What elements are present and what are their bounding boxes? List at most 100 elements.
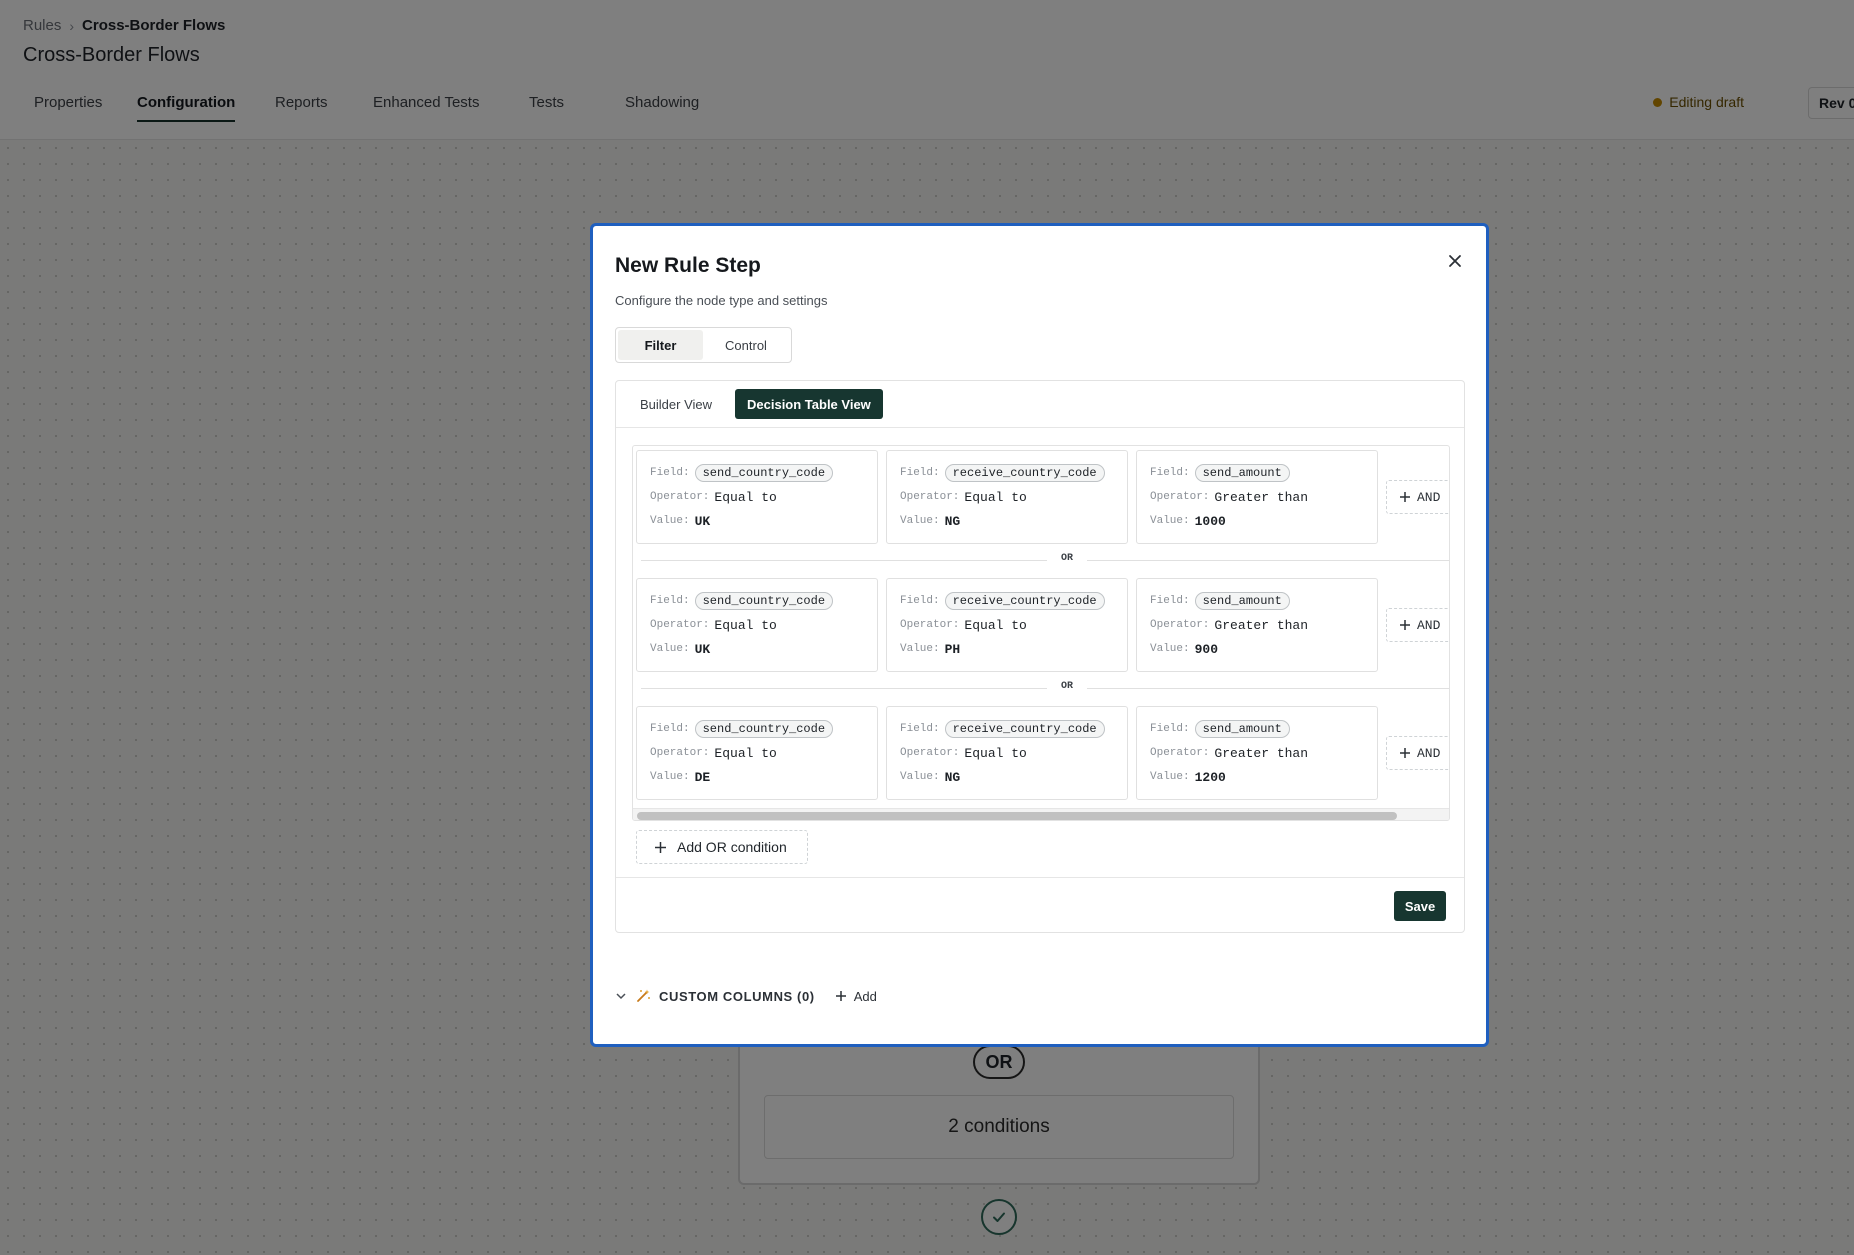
field-chip: send_amount [1194,592,1290,610]
field-label: Field: [900,595,940,607]
value-label: Value: [1150,515,1190,527]
field-chip: send_country_code [694,592,834,610]
operator-label: Operator: [1150,619,1210,631]
field-chip: send_amount [1194,464,1290,482]
close-icon[interactable] [1445,251,1465,271]
operator-label: Operator: [1150,491,1210,503]
field-label: Field: [650,467,690,479]
operator-label: Operator: [1150,747,1210,759]
field-label: Field: [650,595,690,607]
operator-label: Operator: [650,619,710,631]
field-label: Field: [1150,595,1190,607]
decision-table-view-button[interactable]: Decision Table View [735,389,883,419]
custom-columns-label[interactable]: CUSTOM COLUMNS (0) [659,989,815,1004]
operator-value: Equal to [714,745,777,761]
value-label: Value: [900,771,940,783]
condition-cell[interactable]: Field: receive_country_code Operator: Equa… [886,706,1128,800]
condition-value: 1200 [1194,769,1226,785]
operator-value: Equal to [964,617,1027,633]
field-chip: receive_country_code [944,592,1105,610]
panel-divider [616,877,1464,878]
condition-cell[interactable]: Field: receive_country_code Operator: Equa… [886,450,1128,544]
condition-cell[interactable]: Field: receive_country_code Operator: Equa… [886,578,1128,672]
operator-value: Equal to [964,489,1027,505]
add-and-button[interactable]: AND [1386,480,1449,514]
add-and-button[interactable]: AND [1386,736,1449,770]
value-label: Value: [900,643,940,655]
builder-view-button[interactable]: Builder View [628,389,724,419]
or-separator-label: OR [1047,553,1087,564]
plus-icon [835,991,846,1001]
value-label: Value: [900,515,940,527]
field-label: Field: [900,467,940,479]
value-label: Value: [1150,643,1190,655]
operator-label: Operator: [900,491,960,503]
decision-table: Field: send_country_code Operator: Equal t… [632,445,1450,821]
operator-value: Greater than [1214,489,1309,505]
add-custom-column-button[interactable]: Add [835,989,877,1004]
field-chip: receive_country_code [944,464,1105,482]
condition-value: NG [944,769,961,785]
field-chip: send_amount [1194,720,1290,738]
node-type-toggle: Filter Control [615,327,792,363]
operator-label: Operator: [650,747,710,759]
or-separator-label: OR [1047,681,1087,692]
add-custom-column-label: Add [853,988,877,1004]
chevron-down-icon[interactable] [615,990,627,1002]
magic-wand-icon [637,989,650,1002]
field-chip: send_country_code [694,464,834,482]
value-label: Value: [650,643,690,655]
view-toggle: Builder View Decision Table View [616,381,1464,428]
field-chip: send_country_code [694,720,834,738]
operator-label: Operator: [650,491,710,503]
operator-label: Operator: [900,747,960,759]
scrollbar-thumb[interactable] [637,812,1397,820]
custom-columns-section: CUSTOM COLUMNS (0) Add [615,988,877,1004]
operator-value: Equal to [714,617,777,633]
operator-label: Operator: [900,619,960,631]
condition-cell[interactable]: Field: send_country_code Operator: Equal t… [636,450,878,544]
condition-cell[interactable]: Field: send_amount Operator: Greater than … [1136,706,1378,800]
value-label: Value: [650,515,690,527]
add-and-label: AND [1417,745,1441,761]
operator-value: Greater than [1214,745,1309,761]
value-label: Value: [650,771,690,783]
condition-cell[interactable]: Field: send_amount Operator: Greater than … [1136,450,1378,544]
condition-value: PH [944,641,961,657]
condition-value: DE [694,769,711,785]
field-label: Field: [650,723,690,735]
add-or-label: Add OR condition [677,839,787,855]
operator-value: Equal to [964,745,1027,761]
condition-cell[interactable]: Field: send_country_code Operator: Equal t… [636,706,878,800]
plus-icon [655,841,666,853]
new-rule-step-modal: New Rule Step Configure the node type an… [590,223,1489,1047]
filter-config-panel: Builder View Decision Table View Field: s… [615,380,1465,933]
or-divider [641,560,1449,561]
modal-subtitle: Configure the node type and settings [615,293,828,308]
condition-value: UK [694,513,711,529]
condition-value: 900 [1194,641,1219,657]
field-label: Field: [1150,723,1190,735]
node-type-control[interactable]: Control [703,330,789,360]
field-label: Field: [1150,467,1190,479]
condition-cell[interactable]: Field: send_amount Operator: Greater than … [1136,578,1378,672]
operator-value: Greater than [1214,617,1309,633]
condition-value: 1000 [1194,513,1226,529]
modal-title: New Rule Step [615,254,761,277]
condition-cell[interactable]: Field: send_country_code Operator: Equal t… [636,578,878,672]
add-or-condition-button[interactable]: Add OR condition [636,830,808,864]
condition-value: NG [944,513,961,529]
add-and-label: AND [1417,617,1441,633]
add-and-label: AND [1417,489,1441,505]
plus-icon [1400,748,1410,758]
value-label: Value: [1150,771,1190,783]
node-type-filter[interactable]: Filter [618,330,703,360]
operator-value: Equal to [714,489,777,505]
plus-icon [1400,620,1410,630]
or-divider [641,688,1449,689]
add-and-button[interactable]: AND [1386,608,1449,642]
condition-value: UK [694,641,711,657]
save-button[interactable]: Save [1394,891,1446,921]
field-label: Field: [900,723,940,735]
field-chip: receive_country_code [944,720,1105,738]
